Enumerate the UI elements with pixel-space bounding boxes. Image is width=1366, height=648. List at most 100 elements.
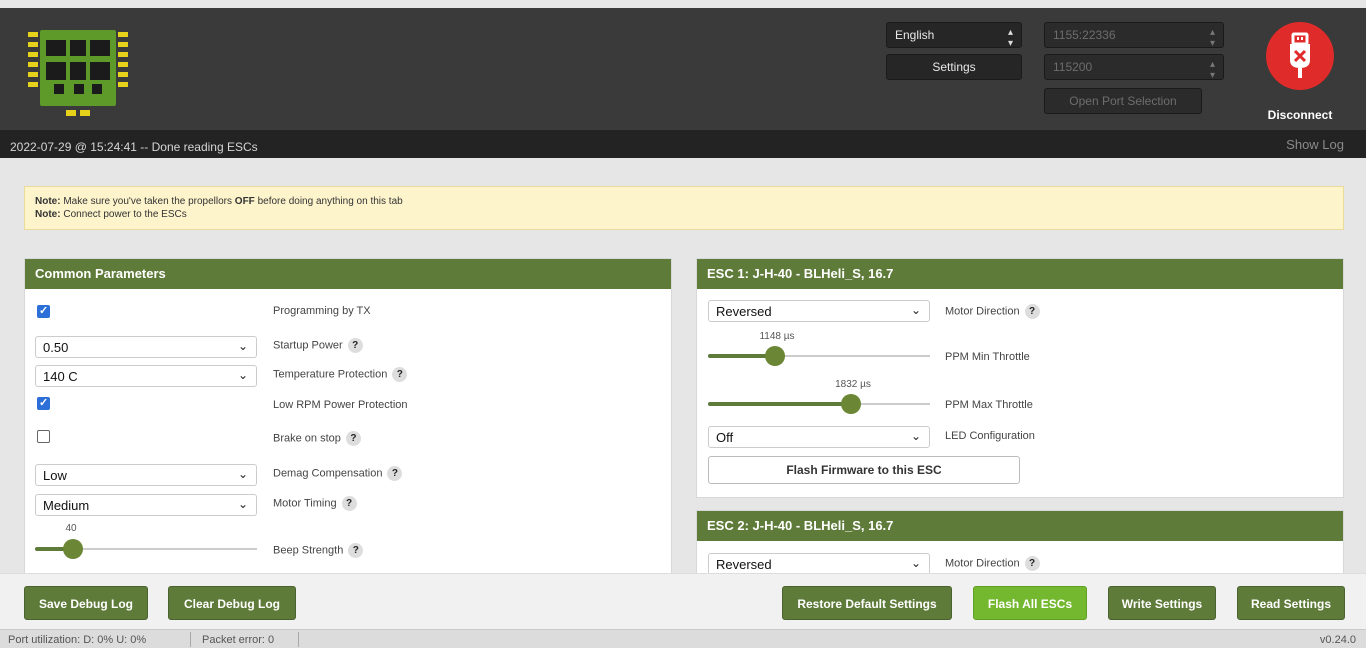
chevron-down-icon: ⌄ — [237, 368, 248, 382]
startup-power-select[interactable]: 0.50 ⌄ — [35, 336, 257, 358]
chevron-down-icon: ⌄ — [237, 497, 248, 511]
help-icon[interactable]: ? — [348, 543, 364, 558]
chevron-down-icon: ⌄ — [910, 429, 921, 443]
select-value: 0.50 — [43, 340, 69, 355]
esc1-min-throttle-label: PPM Min Throttle — [945, 351, 1030, 363]
help-icon[interactable]: ? — [341, 496, 357, 511]
baud-select[interactable]: 115200 ▴ ▾ — [1044, 54, 1224, 81]
beep-strength-label: Beep Strength? — [273, 543, 364, 558]
esc2-motor-direction-select[interactable]: Reversed ⌄ — [708, 553, 930, 573]
help-icon[interactable]: ? — [387, 466, 403, 481]
select-value: Reversed — [716, 304, 772, 319]
select-arrows-icon: ▴ ▾ — [1209, 27, 1215, 49]
esc2-motor-direction-label: Motor Direction? — [945, 556, 1040, 571]
select-arrows-icon: ▴ ▾ — [1007, 27, 1013, 49]
save-debug-log-button[interactable]: Save Debug Log — [24, 586, 148, 620]
show-log-link[interactable]: Show Log — [1286, 137, 1344, 152]
label-text: Motor Direction — [945, 557, 1020, 570]
brake-on-stop-label: Brake on stop? — [273, 431, 361, 446]
select-value: Medium — [43, 498, 90, 513]
esc1-led-configuration-select[interactable]: Off ⌄ — [708, 426, 930, 448]
startup-power-label: Startup Power? — [273, 338, 363, 353]
language-select[interactable]: English ▴ ▾ — [886, 22, 1022, 49]
help-icon[interactable]: ? — [392, 367, 408, 382]
language-value: English — [895, 28, 935, 42]
label-text: Beep Strength — [273, 544, 344, 557]
esc1-max-throttle-label: PPM Max Throttle — [945, 399, 1033, 411]
action-footer: Save Debug Log Clear Debug Log Restore D… — [0, 573, 1366, 629]
select-arrows-icon: ▴ ▾ — [1209, 59, 1215, 81]
write-settings-button[interactable]: Write Settings — [1108, 586, 1216, 620]
demag-compensation-select[interactable]: Low ⌄ — [35, 464, 257, 486]
note-prefix: Note: — [35, 196, 61, 207]
port-utilization: Port utilization: D: 0% U: 0% — [8, 634, 147, 646]
status-divider — [190, 632, 191, 647]
help-icon[interactable]: ? — [1024, 304, 1040, 319]
esc1-motor-direction-label: Motor Direction? — [945, 304, 1040, 319]
read-settings-button[interactable]: Read Settings — [1237, 586, 1345, 620]
chevron-down-icon: ⌄ — [237, 467, 248, 481]
esc1-min-throttle-slider-handle[interactable] — [765, 346, 785, 366]
note-text: Connect power to the ESCs — [63, 209, 187, 220]
note-line-1: Note: Make sure you've taken the propell… — [35, 195, 1333, 208]
chevron-down-icon: ⌄ — [237, 339, 248, 353]
brake-on-stop-checkbox[interactable] — [37, 430, 50, 443]
help-icon[interactable]: ? — [345, 431, 361, 446]
label-text: Startup Power — [273, 339, 343, 352]
chevron-down-icon: ⌄ — [910, 303, 921, 317]
chevron-down-icon: ⌄ — [910, 556, 921, 570]
status-bar: Port utilization: D: 0% U: 0% Packet err… — [0, 629, 1366, 648]
programming-by-tx-label: Programming by TX — [273, 305, 371, 317]
baud-value: 115200 — [1053, 60, 1093, 74]
panel-title: Common Parameters — [25, 259, 671, 289]
clear-debug-log-button[interactable]: Clear Debug Log — [168, 586, 296, 620]
restore-default-settings-button[interactable]: Restore Default Settings — [782, 586, 952, 620]
label-text: Temperature Protection — [273, 368, 388, 381]
label-text: Brake on stop — [273, 432, 341, 445]
status-divider — [298, 632, 299, 647]
usb-disconnect-icon — [1290, 32, 1310, 78]
esc-2-panel: ESC 2: J-H-40 - BLHeli_S, 16.7 Reversed … — [696, 510, 1344, 574]
help-icon[interactable]: ? — [347, 338, 363, 353]
flash-firmware-esc1-button[interactable]: Flash Firmware to this ESC — [708, 456, 1020, 484]
select-value: 140 C — [43, 369, 78, 384]
note-text: Make sure you've taken the propellors — [63, 196, 233, 207]
temperature-protection-select[interactable]: 140 C ⌄ — [35, 365, 257, 387]
low-rpm-power-protection-label: Low RPM Power Protection — [273, 399, 408, 411]
select-value: Off — [716, 430, 734, 445]
packet-error: Packet error: 0 — [202, 634, 275, 646]
disconnect-label[interactable]: Disconnect — [1252, 108, 1348, 122]
log-bar: 2022-07-29 @ 15:24:41 -- Done reading ES… — [0, 130, 1366, 158]
disconnect-button[interactable] — [1266, 22, 1334, 90]
flash-all-escs-button[interactable]: Flash All ESCs — [973, 586, 1087, 620]
select-value: Reversed — [716, 557, 772, 572]
note-emphasis: OFF — [234, 196, 255, 207]
esc-board-logo-icon — [28, 30, 128, 116]
log-message: 2022-07-29 @ 15:24:41 -- Done reading ES… — [10, 140, 258, 154]
label-text: Motor Timing — [273, 497, 337, 510]
label-text: Demag Compensation — [273, 467, 383, 480]
open-port-selection-button[interactable]: Open Port Selection — [1044, 88, 1202, 114]
note-text: before doing anything on this tab — [257, 196, 403, 207]
warning-note: Note: Make sure you've taken the propell… — [24, 186, 1344, 230]
esc-1-panel: ESC 1: J-H-40 - BLHeli_S, 16.7 Reversed … — [696, 258, 1344, 498]
port-value: 1155:22336 — [1053, 28, 1116, 42]
app-header: English ▴ ▾ Settings 1155:22336 ▴ ▾ 115200… — [0, 8, 1366, 130]
esc1-max-throttle-slider-handle[interactable] — [841, 394, 861, 414]
esc1-motor-direction-select[interactable]: Reversed ⌄ — [708, 300, 930, 322]
esc1-led-configuration-label: LED Configuration — [945, 430, 1035, 442]
settings-button[interactable]: Settings — [886, 54, 1022, 80]
temperature-protection-label: Temperature Protection? — [273, 367, 408, 382]
low-rpm-power-protection-checkbox[interactable] — [37, 396, 50, 410]
select-value: Low — [43, 468, 67, 483]
programming-by-tx-checkbox[interactable] — [37, 304, 50, 318]
beep-strength-slider-handle[interactable] — [62, 539, 83, 559]
demag-compensation-label: Demag Compensation? — [273, 466, 403, 481]
beep-strength-value: 40 — [65, 523, 77, 534]
panel-title: ESC 1: J-H-40 - BLHeli_S, 16.7 — [697, 259, 1343, 289]
motor-timing-select[interactable]: Medium ⌄ — [35, 494, 257, 516]
panel-title: ESC 2: J-H-40 - BLHeli_S, 16.7 — [697, 511, 1343, 541]
esc1-max-throttle-fill — [708, 402, 852, 406]
port-select[interactable]: 1155:22336 ▴ ▾ — [1044, 22, 1224, 49]
help-icon[interactable]: ? — [1024, 556, 1040, 571]
